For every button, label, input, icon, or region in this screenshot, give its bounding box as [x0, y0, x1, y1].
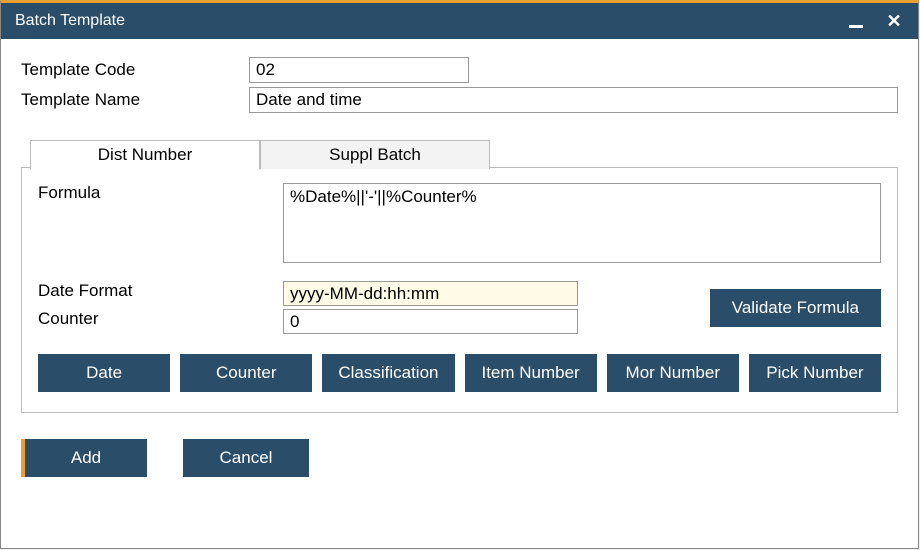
insert-mor-number-button[interactable]: Mor Number: [607, 354, 739, 392]
insert-date-button[interactable]: Date: [38, 354, 170, 392]
tab-content: Formula %Date%||'-'||%Counter% Date Form…: [22, 169, 897, 412]
minimize-button[interactable]: [846, 11, 866, 31]
template-name-row: Template Name: [21, 87, 898, 113]
counter-label: Counter: [38, 309, 283, 329]
date-format-row: Date Format: [38, 281, 578, 306]
template-name-input[interactable]: [249, 87, 898, 113]
titlebar-controls: [846, 11, 904, 31]
cancel-button[interactable]: Cancel: [183, 439, 309, 477]
formula-label: Formula: [38, 183, 283, 203]
validate-formula-button[interactable]: Validate Formula: [710, 289, 881, 327]
formula-textarea[interactable]: %Date%||'-'||%Counter%: [283, 183, 881, 263]
titlebar: Batch Template: [1, 3, 918, 39]
insert-button-row: Date Counter Classification Item Number …: [38, 354, 881, 392]
minimize-icon: [849, 25, 863, 28]
template-code-label: Template Code: [21, 60, 249, 80]
insert-counter-button[interactable]: Counter: [180, 354, 312, 392]
tabs-container: Dist Number Suppl Batch Formula %Date%||…: [21, 167, 898, 413]
template-name-label: Template Name: [21, 90, 249, 110]
insert-classification-button[interactable]: Classification: [322, 354, 454, 392]
batch-template-window: Batch Template Template Code Template Na…: [0, 0, 919, 549]
template-code-row: Template Code: [21, 57, 898, 83]
close-button[interactable]: [884, 11, 904, 31]
tab-dist-number[interactable]: Dist Number: [30, 140, 260, 170]
counter-row: Counter: [38, 309, 578, 334]
formula-row: Formula %Date%||'-'||%Counter%: [38, 183, 881, 263]
window-content: Template Code Template Name Dist Number …: [1, 39, 918, 548]
insert-item-number-button[interactable]: Item Number: [465, 354, 597, 392]
window-title: Batch Template: [15, 12, 125, 30]
add-button[interactable]: Add: [21, 439, 147, 477]
date-format-input[interactable]: [283, 281, 578, 306]
tab-suppl-batch[interactable]: Suppl Batch: [260, 140, 490, 169]
date-format-label: Date Format: [38, 281, 283, 301]
date-counter-validate-row: Date Format Counter Validate Formula: [38, 281, 881, 334]
counter-input[interactable]: [283, 309, 578, 334]
date-counter-wrapper: Date Format Counter: [38, 281, 578, 334]
footer-buttons: Add Cancel: [21, 439, 898, 477]
insert-pick-number-button[interactable]: Pick Number: [749, 354, 881, 392]
tabs-header: Dist Number Suppl Batch: [30, 140, 897, 169]
template-code-input[interactable]: [249, 57, 469, 83]
